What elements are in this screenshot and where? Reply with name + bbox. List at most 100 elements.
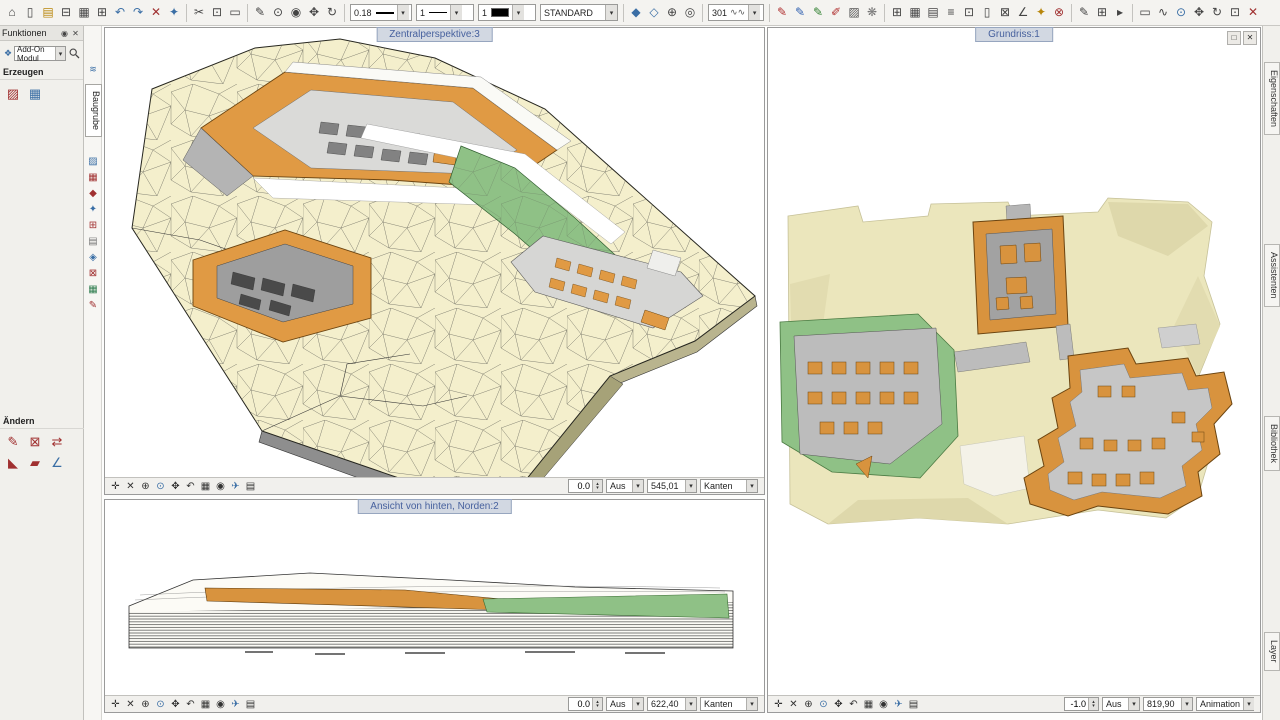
delete-icon[interactable]: ✕ [147,3,165,22]
pan-view-icon[interactable]: ✥ [168,479,183,494]
zoom-in-icon[interactable]: ⊕ [138,479,153,494]
zoom-section-icon[interactable]: ⊙ [816,697,831,712]
selection-box-icon[interactable]: ▭ [1136,3,1154,22]
dtm-surface-icon[interactable]: ▦ [24,83,46,104]
camera-icon[interactable]: ◉ [876,697,891,712]
chevron-down-icon[interactable] [632,480,643,492]
tab-baugrube[interactable]: Baugrube [85,84,102,138]
swap-edge-icon[interactable]: ⇄ [46,431,68,452]
measure-icon[interactable]: ∠ [1014,3,1032,22]
edit-icon[interactable]: ✎ [1075,3,1093,22]
section-lines-icon[interactable]: ◣ [2,452,24,473]
fly-mode-icon[interactable]: ✈ [891,697,906,712]
diamond-icon[interactable]: ◈ [85,250,101,266]
undo-icon[interactable]: ↶ [111,3,129,22]
pan-icon[interactable]: ✥ [1190,3,1208,22]
fit-view-icon[interactable]: ⊡ [1226,3,1244,22]
viewport-title[interactable]: Grundriss:1 [975,27,1053,42]
refresh-view-icon[interactable]: ↻ [1208,3,1226,22]
previous-view-icon[interactable]: ↶ [183,479,198,494]
move-icon[interactable]: ✥ [305,3,323,22]
point-icon[interactable]: ◆ [85,186,101,202]
elevation-dropdown[interactable]: 545,01 [647,479,697,493]
chevron-down-icon[interactable] [632,698,643,710]
assistant-strip-icon[interactable]: ≋ [86,64,100,75]
restore-icon[interactable]: □ [1227,31,1241,45]
pen-width-dropdown[interactable]: 0.18 [350,4,412,21]
grid-tool-icon[interactable]: ⊞ [85,218,101,234]
cancel-icon[interactable]: ⊗ [1050,3,1068,22]
draw-icon[interactable]: ✎ [251,3,269,22]
next-module-icon[interactable]: ◇ [645,3,663,22]
layer-state-dropdown[interactable]: Aus [606,479,644,493]
zoom-icon[interactable]: ⊙ [1172,3,1190,22]
zoom-section-icon[interactable]: ⊙ [153,697,168,712]
slope-45-icon[interactable]: ∠ [46,452,68,473]
addon-module-dropdown[interactable]: Add-On Modul [14,45,66,63]
elevation-canvas[interactable] [105,500,764,695]
redo-icon[interactable]: ↷ [129,3,147,22]
pen-red-icon[interactable]: ✎ [773,3,791,22]
tab-layer[interactable]: Layer [1264,632,1280,671]
fly-mode-icon[interactable]: ✈ [228,479,243,494]
erase-dtm-icon[interactable]: ▰ [24,452,46,473]
camera-icon[interactable]: ◉ [213,479,228,494]
track-icon[interactable]: ✛ [108,697,123,712]
tab-eigenschaften[interactable]: Eigenschaften [1264,62,1280,136]
box-x-icon[interactable]: ⊠ [85,266,101,282]
open-file-icon[interactable]: ▤ [39,3,57,22]
expand-icon[interactable]: ▸ [1111,3,1129,22]
dtm-mesh-icon[interactable]: ▨ [2,83,24,104]
chevron-down-icon[interactable] [55,47,65,60]
table-icon[interactable]: ▦ [906,3,924,22]
chevron-down-icon[interactable] [748,5,761,20]
chevron-down-icon[interactable] [450,5,463,20]
plan-canvas[interactable] [768,28,1260,695]
star-tool-icon[interactable]: ✦ [85,202,101,218]
mesh-icon[interactable]: ▦ [85,170,101,186]
elevation-dropdown[interactable]: 819,90 [1143,697,1193,711]
brush-icon[interactable]: ✐ [827,3,845,22]
pan-view-icon[interactable]: ✥ [831,697,846,712]
modify-mesh-icon[interactable]: ✎ [2,431,24,452]
elevation-dropdown[interactable]: 622,40 [647,697,697,711]
lock-icon[interactable]: ⊠ [996,3,1014,22]
fly-mode-icon[interactable]: ✈ [228,697,243,712]
viewport-title[interactable]: Zentralperspektive:3 [376,27,493,42]
pan-view-icon[interactable]: ✥ [168,697,183,712]
close-view-icon[interactable]: ✕ [123,479,138,494]
zoom-in-icon[interactable]: ⊕ [138,697,153,712]
chevron-down-icon[interactable] [685,480,696,492]
list-icon[interactable]: ▤ [924,3,942,22]
save-icon[interactable]: ⊟ [57,3,75,22]
stepper-arrows-icon[interactable] [592,480,602,492]
display-mode-dropdown[interactable]: Kanten [700,697,758,711]
pen-tool-icon[interactable]: ✎ [85,298,101,314]
project-icon[interactable]: ⌂ [3,3,21,22]
chevron-down-icon[interactable] [1181,698,1192,710]
pen-blue-icon[interactable]: ✎ [791,3,809,22]
layer-dropdown[interactable]: STANDARD [540,4,618,21]
print-view-icon[interactable]: ▦ [861,697,876,712]
close-red-icon[interactable]: ✕ [1244,3,1262,22]
print-icon[interactable]: ▦ [75,3,93,22]
clipboard-icon[interactable]: ⊡ [208,3,226,22]
pen-green-icon[interactable]: ✎ [809,3,827,22]
display-mode-dropdown[interactable]: Kanten [700,479,758,493]
insert-icon[interactable]: ⊞ [1093,3,1111,22]
pattern-icon[interactable]: ❋ [863,3,881,22]
search-icon[interactable] [68,47,81,60]
print-view-icon[interactable]: ▦ [198,697,213,712]
print-view-icon[interactable]: ▦ [198,479,213,494]
tab-bibliothek[interactable]: Bibliothek [1264,416,1280,472]
view-list-icon[interactable]: ▤ [906,697,921,712]
pin-icon[interactable] [59,29,70,38]
green-grid-icon[interactable]: ▦ [85,282,101,298]
document-icon[interactable]: ▯ [978,3,996,22]
new-file-icon[interactable]: ▯ [21,3,39,22]
prev-module-icon[interactable]: ◆ [627,3,645,22]
chevron-down-icon[interactable] [1128,698,1139,710]
close-icon[interactable] [70,29,81,38]
chevron-down-icon[interactable] [685,698,696,710]
reference-icon[interactable]: ⊡ [960,3,978,22]
